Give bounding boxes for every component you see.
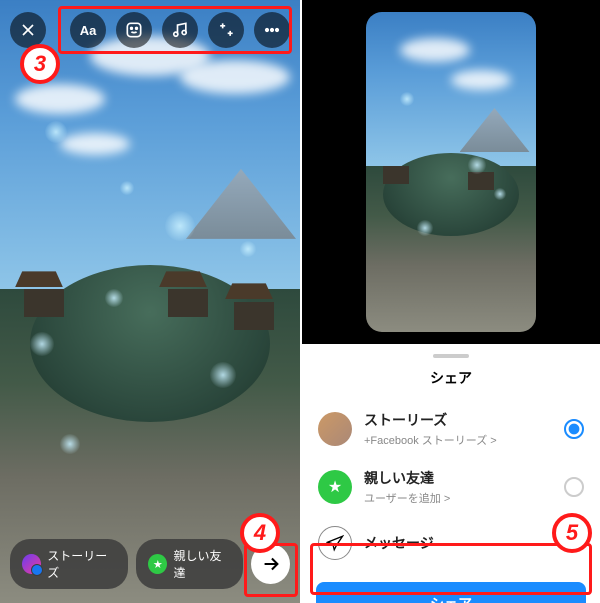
share-sheet: シェア ストーリーズ +Facebook ストーリーズ > ★ 親しい友達 ユー…	[302, 344, 600, 603]
stories-option-subtitle: +Facebook ストーリーズ >	[364, 432, 552, 448]
story-avatar-icon	[22, 554, 41, 574]
send-to-button[interactable]	[251, 544, 290, 584]
close-button[interactable]	[10, 12, 46, 48]
preview-area	[302, 0, 600, 344]
effects-button[interactable]	[208, 12, 244, 48]
message-option-icon	[318, 526, 352, 560]
close-friends-button[interactable]: ★ 親しい友達	[136, 539, 243, 589]
more-button[interactable]	[254, 12, 290, 48]
story-editor-screen: Aa 3 ストーリーズ ★ 親しい友達	[0, 0, 300, 603]
share-button[interactable]: シェア	[316, 582, 586, 603]
stories-option-icon	[318, 412, 352, 446]
share-option-stories[interactable]: ストーリーズ +Facebook ストーリーズ >	[302, 400, 600, 458]
share-option-message[interactable]: メッセージ ›	[302, 516, 600, 570]
close-friends-label: 親しい友達	[173, 547, 231, 581]
close-friends-icon: ★	[148, 554, 167, 574]
close-friends-option-icon: ★	[318, 470, 352, 504]
share-button-label: シェア	[430, 596, 472, 603]
music-button[interactable]	[162, 12, 198, 48]
share-option-close-friends[interactable]: ★ 親しい友達 ユーザーを追加 >	[302, 458, 600, 516]
stories-option-title: ストーリーズ	[364, 410, 552, 430]
sticker-button[interactable]	[116, 12, 152, 48]
stories-option-radio[interactable]	[564, 419, 584, 439]
sheet-title: シェア	[302, 368, 600, 388]
share-sheet-screen: シェア ストーリーズ +Facebook ストーリーズ > ★ 親しい友達 ユー…	[300, 0, 600, 603]
chevron-right-icon: ›	[579, 534, 584, 552]
story-photo	[0, 0, 300, 603]
close-friends-option-subtitle: ユーザーを追加 >	[364, 490, 552, 506]
message-option-title: メッセージ	[364, 533, 567, 553]
close-friends-option-title: 親しい友達	[364, 468, 552, 488]
text-tool-button[interactable]: Aa	[70, 12, 106, 48]
sheet-handle[interactable]	[433, 354, 469, 358]
your-story-label: ストーリーズ	[47, 547, 116, 581]
your-story-button[interactable]: ストーリーズ	[10, 539, 128, 589]
text-tool-label: Aa	[80, 23, 97, 38]
close-friends-option-radio[interactable]	[564, 477, 584, 497]
story-preview-thumbnail	[366, 12, 536, 332]
